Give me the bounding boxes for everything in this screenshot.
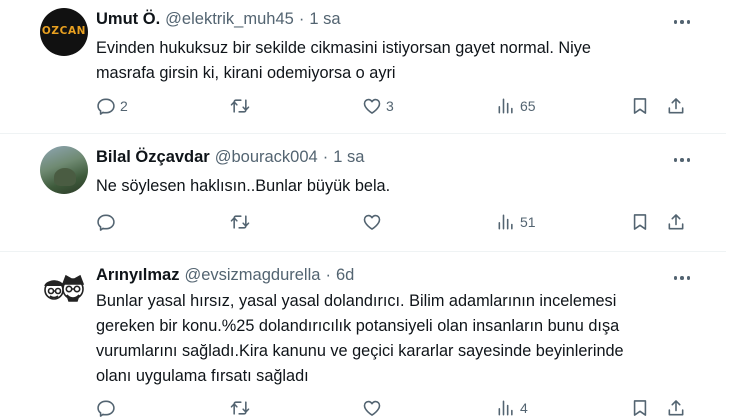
reply-icon <box>97 98 115 115</box>
action-bar: 51 <box>96 212 696 236</box>
view-count: 65 <box>520 98 536 114</box>
tweet-text: Ne söylesen haklısın..Bunlar büyük bela. <box>96 177 391 195</box>
view-count: 51 <box>520 214 536 230</box>
avatar-logo-text: OZCAN <box>41 25 87 37</box>
bookmark-button[interactable] <box>630 96 650 116</box>
timestamp[interactable]: 1 sa <box>333 148 364 167</box>
author-name[interactable]: Umut Ö. <box>96 10 160 29</box>
heart-icon <box>363 214 381 230</box>
share-button[interactable] <box>666 212 686 232</box>
separator-dot: · <box>298 10 305 28</box>
tweet[interactable]: OZCAN Umut Ö. @elektrik_muh45 · 1 sa Evi… <box>0 0 730 133</box>
like-button[interactable] <box>362 398 386 418</box>
retweet-button[interactable] <box>230 398 254 418</box>
share-button[interactable] <box>666 96 686 116</box>
author-handle[interactable]: @elektrik_muh45 <box>165 10 294 29</box>
avatar[interactable]: OZCAN <box>40 8 88 56</box>
bookmark-icon <box>633 214 647 230</box>
separator-dot: · <box>322 148 329 166</box>
author-handle[interactable]: @evsizmagdurella <box>184 266 320 285</box>
author-handle[interactable]: @bourack004 <box>215 148 318 167</box>
reply-button[interactable]: 2 <box>96 96 128 116</box>
retweet-icon <box>230 215 250 229</box>
bookmark-icon <box>633 400 647 416</box>
retweet-button[interactable] <box>230 96 254 116</box>
share-button[interactable] <box>666 398 686 418</box>
action-bar: 4 <box>96 398 696 420</box>
more-options-icon[interactable] <box>673 20 690 24</box>
author-name[interactable]: Arınyılmaz <box>96 266 179 285</box>
retweet-button[interactable] <box>230 212 254 232</box>
bookmark-button[interactable] <box>630 398 650 418</box>
share-icon <box>668 214 684 230</box>
author-name[interactable]: Bilal Özçavdar <box>96 148 210 167</box>
action-bar: 2 3 65 <box>96 96 696 120</box>
views-button[interactable]: 51 <box>496 212 536 232</box>
timestamp[interactable]: 1 sa <box>309 10 340 29</box>
bookmark-button[interactable] <box>630 212 650 232</box>
reply-button[interactable] <box>96 398 120 418</box>
heart-icon <box>363 98 381 114</box>
like-count: 3 <box>386 98 394 114</box>
analytics-icon <box>498 98 513 114</box>
tweet-text: Bunlar yasal hırsız, yasal yasal dolandı… <box>96 292 624 385</box>
reply-icon <box>97 214 115 231</box>
heart-icon <box>363 400 381 416</box>
tweet-text: Evinden hukuksuz bir sekilde cikmasini i… <box>96 39 591 82</box>
avatar[interactable] <box>40 264 88 312</box>
share-icon <box>668 98 684 114</box>
retweet-icon <box>230 401 250 415</box>
view-count: 4 <box>520 400 528 416</box>
reply-icon <box>97 400 115 417</box>
tweet[interactable]: Arınyılmaz @evsizmagdurella · 6d Bunlar … <box>0 252 730 420</box>
views-button[interactable]: 4 <box>496 398 528 418</box>
more-options-icon[interactable] <box>673 276 690 280</box>
share-icon <box>668 400 684 416</box>
avatar[interactable] <box>40 146 88 194</box>
timestamp[interactable]: 6d <box>336 266 354 285</box>
like-button[interactable]: 3 <box>362 96 394 116</box>
like-button[interactable] <box>362 212 386 232</box>
avatar-cartoon-icon <box>44 274 85 302</box>
views-button[interactable]: 65 <box>496 96 536 116</box>
bookmark-icon <box>633 98 647 114</box>
more-options-icon[interactable] <box>673 158 690 162</box>
reply-button[interactable] <box>96 212 120 232</box>
tweet[interactable]: Bilal Özçavdar @bourack004 · 1 sa Ne söy… <box>0 134 730 251</box>
analytics-icon <box>498 400 513 416</box>
avatar-photo-shape <box>54 168 76 186</box>
analytics-icon <box>498 214 513 230</box>
reply-count: 2 <box>120 98 128 114</box>
retweet-icon <box>230 99 250 113</box>
separator-dot: · <box>325 266 331 284</box>
